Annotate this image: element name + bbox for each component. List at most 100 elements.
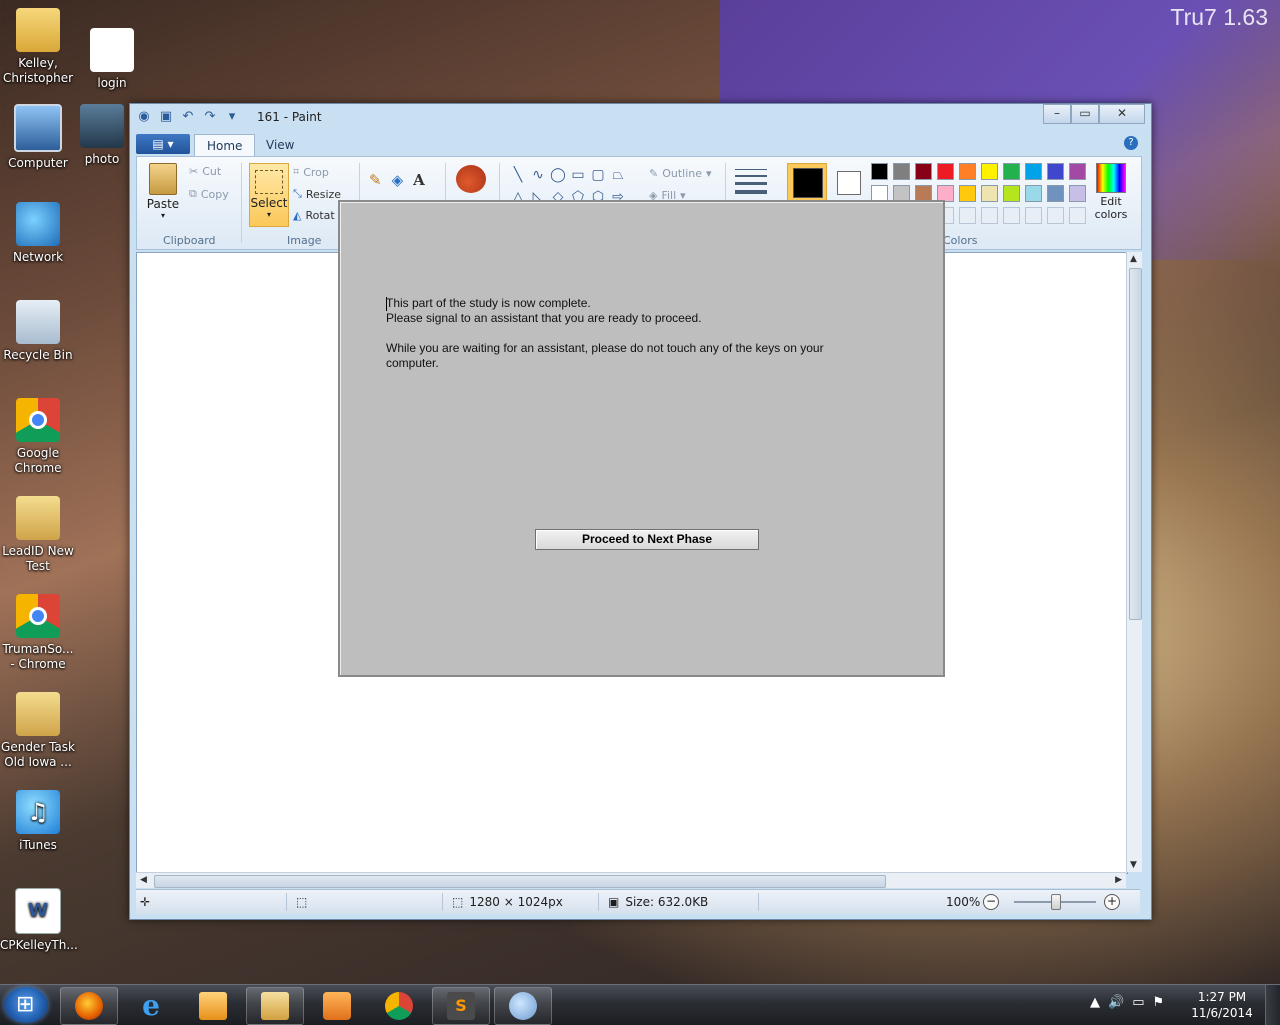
paste-button[interactable]: Paste ▾ (143, 161, 183, 220)
desktop-icon-cpkelley[interactable]: W CPKelleyTh... (0, 888, 78, 953)
action-center-flag-icon[interactable]: ⚑ (1152, 995, 1164, 1010)
save-icon[interactable]: ▣ (158, 109, 174, 125)
proceed-next-phase-button[interactable]: Proceed to Next Phase (535, 529, 759, 550)
taskbar-media-player[interactable] (308, 987, 366, 1025)
desktop-icon-photo[interactable]: photo (74, 104, 130, 167)
rounded-rect-shape-icon[interactable]: ▢ (589, 167, 607, 183)
taskbar-outlook[interactable] (184, 987, 242, 1025)
redo-icon[interactable]: ↷ (202, 109, 218, 125)
crop-button[interactable]: ⌗ Crop (293, 165, 329, 179)
customize-qat-icon[interactable]: ▾ (224, 109, 240, 125)
palette-color-swatch[interactable] (1003, 163, 1020, 180)
custom-color-slot[interactable] (1069, 207, 1086, 224)
desktop-icon-leadid[interactable]: LeadID New Test (0, 496, 76, 574)
desktop-icon-google-chrome[interactable]: Google Chrome (0, 398, 76, 476)
desktop-icon-label: Recycle Bin (3, 348, 73, 362)
desktop-icon-itunes[interactable]: ♫ iTunes (0, 790, 76, 853)
undo-icon[interactable]: ↶ (180, 109, 196, 125)
select-button[interactable]: Select ▾ (249, 163, 289, 227)
zoom-level: 100% (946, 895, 981, 909)
palette-color-swatch[interactable] (1025, 185, 1042, 202)
network-tray-icon[interactable]: ▭ (1132, 995, 1144, 1010)
cut-button[interactable]: ✂ Cut (189, 165, 221, 178)
taskbar-file-explorer[interactable] (246, 987, 304, 1025)
rotate-button[interactable]: ◭ Rotat (293, 209, 335, 222)
zoom-slider-thumb[interactable] (1051, 894, 1061, 910)
status-separator (286, 893, 287, 911)
palette-color-swatch[interactable] (871, 163, 888, 180)
oval-shape-icon[interactable]: ◯ (549, 167, 567, 183)
show-desktop-button[interactable] (1265, 985, 1280, 1025)
palette-color-swatch[interactable] (1047, 185, 1064, 202)
volume-icon[interactable]: 🔊 (1108, 995, 1124, 1010)
color-wheel-icon (1096, 163, 1126, 193)
minimize-button[interactable]: – (1043, 104, 1071, 124)
custom-color-slot[interactable] (1047, 207, 1064, 224)
close-button[interactable]: ✕ (1099, 104, 1145, 124)
crop-icon: ⌗ (293, 165, 300, 178)
desktop-icon-gender-task[interactable]: Gender Task Old Iowa ... (0, 692, 76, 770)
color-1-button[interactable] (787, 163, 827, 203)
desktop-icon-kelley[interactable]: Kelley, Christopher (0, 8, 76, 86)
desktop-icon-network[interactable]: Network (0, 202, 76, 265)
palette-color-swatch[interactable] (1025, 163, 1042, 180)
palette-color-swatch[interactable] (959, 185, 976, 202)
taskbar-chrome[interactable] (370, 987, 428, 1025)
start-button[interactable] (4, 987, 48, 1023)
taskbar-firefox[interactable] (60, 987, 118, 1025)
palette-color-swatch[interactable] (915, 163, 932, 180)
taskbar-paint[interactable] (494, 987, 552, 1025)
size-button[interactable] (735, 167, 771, 199)
desktop-icon-computer[interactable]: Computer (0, 104, 76, 171)
color-2-button[interactable] (837, 171, 861, 195)
palette-color-swatch[interactable] (1003, 185, 1020, 202)
scroll-down-icon[interactable]: ▼ (1130, 860, 1137, 870)
zoom-out-button[interactable]: − (983, 894, 999, 910)
palette-color-swatch[interactable] (893, 163, 910, 180)
custom-color-slot[interactable] (1025, 207, 1042, 224)
scroll-right-icon[interactable]: ▶ (1115, 875, 1122, 885)
outline-button[interactable]: ✎ Outline ▾ (649, 167, 712, 180)
desktop-icon-trumanso-chrome[interactable]: TrumanSo... - Chrome (0, 594, 76, 672)
copy-button[interactable]: ⧉ Copy (189, 187, 229, 201)
fill-bucket-icon[interactable]: ◈ (392, 171, 404, 189)
tab-view[interactable]: View (254, 134, 306, 156)
pencil-icon[interactable]: ✎ (369, 171, 382, 189)
palette-color-swatch[interactable] (959, 163, 976, 180)
paint-menu-button[interactable]: ▤ ▾ (136, 134, 190, 154)
polygon-shape-icon[interactable]: ⏢ (609, 167, 627, 183)
custom-color-slot[interactable] (981, 207, 998, 224)
line-shape-icon[interactable]: ╲ (509, 167, 527, 183)
horizontal-scroll-thumb[interactable] (154, 875, 886, 888)
scroll-up-icon[interactable]: ▲ (1130, 254, 1137, 264)
palette-color-swatch[interactable] (1069, 163, 1086, 180)
show-hidden-icons-icon[interactable]: ▲ (1090, 995, 1100, 1010)
curve-shape-icon[interactable]: ∿ (529, 167, 547, 183)
horizontal-scrollbar[interactable]: ◀ ▶ (136, 872, 1126, 888)
rectangle-shape-icon[interactable]: ▭ (569, 167, 587, 183)
text-tool-icon[interactable]: A (413, 171, 425, 189)
taskbar-internet-explorer[interactable]: e (122, 987, 180, 1025)
edit-colors-button[interactable]: Edit colors (1093, 163, 1129, 221)
tab-home[interactable]: Home (194, 134, 256, 157)
maximize-button[interactable]: ▭ (1071, 104, 1099, 124)
help-icon[interactable]: ? (1124, 136, 1138, 150)
palette-color-swatch[interactable] (1069, 185, 1086, 202)
brushes-button[interactable] (453, 165, 489, 193)
resize-button[interactable]: ⤡ Resize (293, 187, 341, 201)
taskbar-sublime-text[interactable]: S (432, 987, 490, 1025)
clock[interactable]: 1:27 PM 11/6/2014 (1190, 989, 1254, 1021)
scroll-left-icon[interactable]: ◀ (140, 875, 147, 885)
title-bar[interactable]: ◉ ▣ ↶ ↷ ▾ 161 - Paint – ▭ ✕ (130, 104, 1151, 132)
desktop-icon-recycle-bin[interactable]: Recycle Bin (0, 300, 76, 363)
custom-color-slot[interactable] (959, 207, 976, 224)
palette-color-swatch[interactable] (1047, 163, 1064, 180)
palette-color-swatch[interactable] (937, 163, 954, 180)
vertical-scroll-thumb[interactable] (1129, 268, 1142, 620)
desktop-icon-login[interactable]: login (74, 28, 150, 91)
custom-color-slot[interactable] (1003, 207, 1020, 224)
palette-color-swatch[interactable] (981, 163, 998, 180)
zoom-in-button[interactable]: + (1104, 894, 1120, 910)
palette-color-swatch[interactable] (981, 185, 998, 202)
vertical-scrollbar[interactable]: ▲ ▼ (1126, 252, 1142, 872)
